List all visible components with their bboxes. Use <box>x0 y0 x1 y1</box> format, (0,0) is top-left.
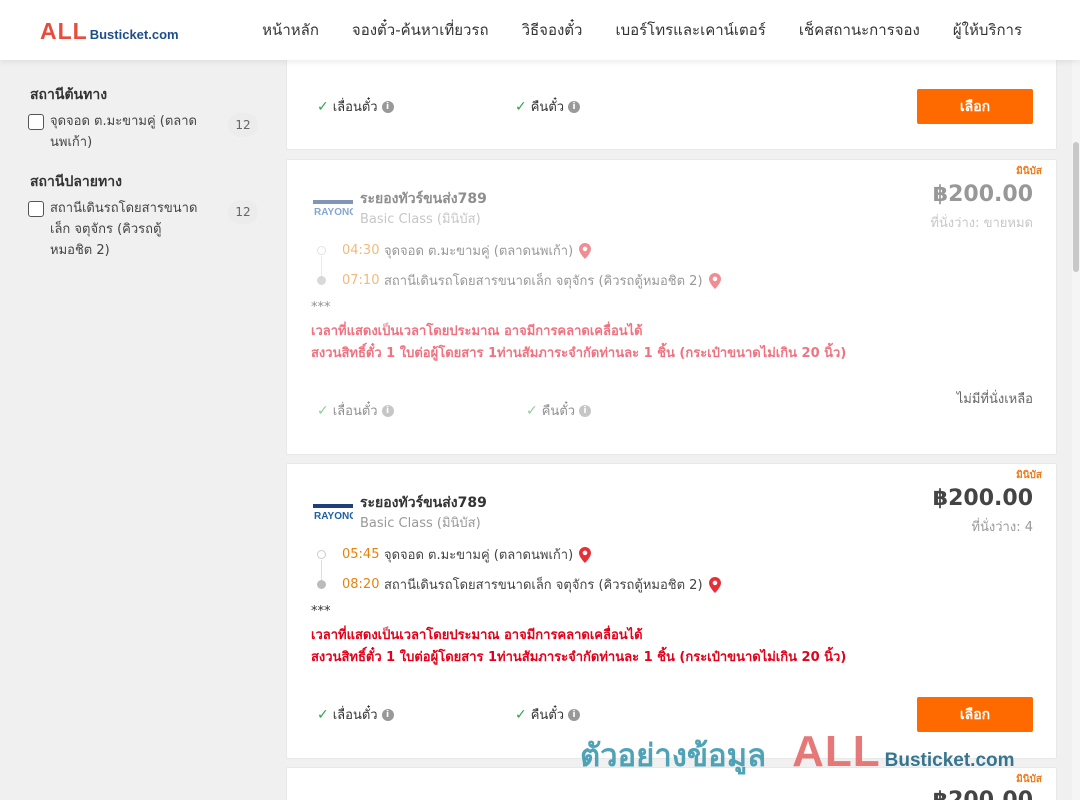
seat-availability: ที่นั่งว่าง: ขายหมด <box>930 216 1033 231</box>
trip-card: มินิบัส RAYONG ระยองทัวร์ขนส่ง789 Basic … <box>286 463 1057 759</box>
arrival-place: สถานีเดินรถโดยสารขนาดเล็ก จตุจักร (คิวรถ… <box>384 274 703 289</box>
destination-option-label: สถานีเดินรถโดยสารขนาดเล็ก จตุจักร (คิวรถ… <box>50 201 198 258</box>
destination-checkbox[interactable] <box>28 201 44 217</box>
destination-filter-option[interactable]: สถานีเดินรถโดยสารขนาดเล็ก จตุจักร (คิวรถ… <box>28 200 258 261</box>
filter-sidebar: สถานีต้นทาง จุดจอด ต.มะขามคู่ (ตลาดนพเก้… <box>0 60 272 800</box>
check-icon: ✓ <box>317 706 329 723</box>
map-pin-icon[interactable] <box>708 272 721 289</box>
departure-time: 04:30 <box>342 243 380 258</box>
trip-price: ฿200.00 <box>932 486 1033 511</box>
feature-reschedule-label: เลื่อนตั๋ว <box>332 100 378 115</box>
top-navbar: ALL Busticket.com หน้าหลัก จองตั๋ว-ค้นหา… <box>0 0 1080 60</box>
nav-phone-counter[interactable]: เบอร์โทรและเคาน์เตอร์ <box>615 18 765 42</box>
origin-filter-option[interactable]: จุดจอด ต.มะขามคู่ (ตลาดนพเก้า) 12 <box>28 113 258 153</box>
nav-operators[interactable]: ผู้ให้บริการ <box>953 18 1022 42</box>
info-icon[interactable]: i <box>381 404 394 417</box>
site-logo[interactable]: ALL Busticket.com <box>40 18 179 45</box>
operator-name: ระยองทัวร์ขนส่ง789 <box>360 191 487 207</box>
info-icon[interactable]: i <box>568 100 581 113</box>
operator-logo-icon: RAYONG <box>313 504 353 522</box>
origin-count-badge: 12 <box>228 113 258 137</box>
destination-filter-title: สถานีปลายทาง <box>30 174 122 190</box>
nav-booking-search[interactable]: จองตั๋ว-ค้นหาเที่ยวรถ <box>352 18 489 42</box>
trip-price: ฿200.00 <box>932 182 1033 207</box>
feature-refund-label: คืนตั๋ว <box>530 100 565 115</box>
nav-home[interactable]: หน้าหลัก <box>262 18 319 42</box>
departure-row: 04:30 จุดจอด ต.มะขามคู่ (ตลาดนพเก้า) <box>317 240 592 261</box>
departure-dot <box>317 246 326 255</box>
luggage-policy: สงวนสิทธิ์ตั๋ว 1 ใบต่อผู้โดยสาร 1ท่านสัม… <box>311 346 847 361</box>
feature-reschedule-label: เลื่อนตั๋ว <box>332 708 378 723</box>
logo-domain-text: Busticket.com <box>89 27 179 42</box>
nav-check-booking[interactable]: เช็คสถานะการจอง <box>799 18 920 42</box>
feature-refund-label: คืนตั๋ว <box>541 404 576 419</box>
time-disclaimer: เวลาที่แสดงเป็นเวลาโดยประมาณ อาจมีการคลา… <box>311 628 643 643</box>
arrival-time: 07:10 <box>342 273 380 288</box>
feature-reschedule: ✓ เลื่อนตั๋ว i <box>317 400 394 421</box>
check-icon: ✓ <box>515 98 527 115</box>
bus-type-tag: มินิบัส <box>1016 470 1042 481</box>
departure-dot <box>317 550 326 559</box>
arrival-dot <box>317 276 326 285</box>
arrival-place: สถานีเดินรถโดยสารขนาดเล็ก จตุจักร (คิวรถ… <box>384 578 703 593</box>
info-icon[interactable]: i <box>579 404 592 417</box>
info-icon[interactable]: i <box>381 100 394 113</box>
seat-availability: ที่นั่งว่าง: 4 <box>971 520 1033 535</box>
watermark-logo-domain: Busticket.com <box>884 750 1015 771</box>
arrival-dot <box>317 580 326 589</box>
sold-out-status: ไม่มีที่นั่งเหลือ <box>956 392 1033 407</box>
check-icon: ✓ <box>515 706 527 723</box>
arrival-row: 07:10 สถานีเดินรถโดยสารขนาดเล็ก จตุจักร … <box>317 270 721 291</box>
feature-refund-label: คืนตั๋ว <box>530 708 565 723</box>
operator-logo-icon: RAYONG <box>313 200 353 218</box>
note-stars: *** <box>311 300 331 315</box>
feature-reschedule-label: เลื่อนตั๋ว <box>332 404 378 419</box>
bus-class: Basic Class (มินิบัส) <box>360 516 481 531</box>
map-pin-icon[interactable] <box>708 576 721 593</box>
note-stars: *** <box>311 604 331 619</box>
feature-refund: ✓ คืนตั๋ว i <box>526 400 592 421</box>
main-nav: หน้าหลัก จองตั๋ว-ค้นหาเที่ยวรถ วิธีจองตั… <box>262 0 1022 60</box>
svg-text:RAYONG: RAYONG <box>314 511 353 522</box>
svg-text:RAYONG: RAYONG <box>314 207 353 218</box>
arrival-row: 08:20 สถานีเดินรถโดยสารขนาดเล็ก จตุจักร … <box>317 574 721 595</box>
bus-class: Basic Class (มินิบัส) <box>360 212 481 227</box>
departure-place: จุดจอด ต.มะขามคู่ (ตลาดนพเก้า) <box>384 548 574 563</box>
origin-option-label: จุดจอด ต.มะขามคู่ (ตลาดนพเก้า) <box>50 114 197 150</box>
map-pin-icon[interactable] <box>579 242 592 259</box>
departure-place: จุดจอด ต.มะขามคู่ (ตลาดนพเก้า) <box>384 244 574 259</box>
origin-filter-title: สถานีต้นทาง <box>30 87 108 103</box>
trip-price: ฿200.00 <box>933 788 1033 800</box>
time-disclaimer: เวลาที่แสดงเป็นเวลาโดยประมาณ อาจมีการคลา… <box>311 324 643 339</box>
check-icon: ✓ <box>317 402 329 419</box>
logo-all-text: ALL <box>40 18 88 44</box>
trip-card: มินิบัส RAYONG ระยองทัวร์ขนส่ง789 Basic … <box>286 159 1057 455</box>
feature-refund: ✓ คืนตั๋ว i <box>515 96 581 117</box>
feature-reschedule: ✓ เลื่อนตั๋ว i <box>317 96 394 117</box>
nav-how-to-book[interactable]: วิธีจองตั๋ว <box>522 18 583 42</box>
origin-checkbox[interactable] <box>28 114 44 130</box>
watermark-logo-all: ALL <box>792 727 881 776</box>
info-icon[interactable]: i <box>568 708 581 721</box>
bus-type-tag: มินิบัส <box>1016 166 1042 177</box>
departure-time: 05:45 <box>342 547 380 562</box>
map-pin-icon[interactable] <box>579 546 592 563</box>
feature-refund: ✓ คืนตั๋ว i <box>515 704 581 725</box>
info-icon[interactable]: i <box>381 708 394 721</box>
arrival-time: 08:20 <box>342 577 380 592</box>
feature-reschedule: ✓ เลื่อนตั๋ว i <box>317 704 394 725</box>
select-trip-button[interactable]: เลือก <box>917 89 1033 124</box>
sample-data-watermark: ตัวอย่างข้อมูล ALL Busticket.com <box>580 727 1015 780</box>
bus-type-tag: มินิบัส <box>1016 774 1042 785</box>
check-icon: ✓ <box>317 98 329 115</box>
page-scrollbar[interactable] <box>1072 60 1080 800</box>
luggage-policy: สงวนสิทธิ์ตั๋ว 1 ใบต่อผู้โดยสาร 1ท่านสัม… <box>311 650 847 665</box>
operator-name: ระยองทัวร์ขนส่ง789 <box>360 495 487 511</box>
departure-row: 05:45 จุดจอด ต.มะขามคู่ (ตลาดนพเก้า) <box>317 544 592 565</box>
destination-count-badge: 12 <box>228 200 258 224</box>
check-icon: ✓ <box>526 402 538 419</box>
trip-card: ✓ เลื่อนตั๋ว i ✓ คืนตั๋ว i เลือก <box>286 55 1057 150</box>
scrollbar-thumb[interactable] <box>1073 142 1079 272</box>
watermark-sample-text: ตัวอย่างข้อมูล <box>580 738 767 774</box>
